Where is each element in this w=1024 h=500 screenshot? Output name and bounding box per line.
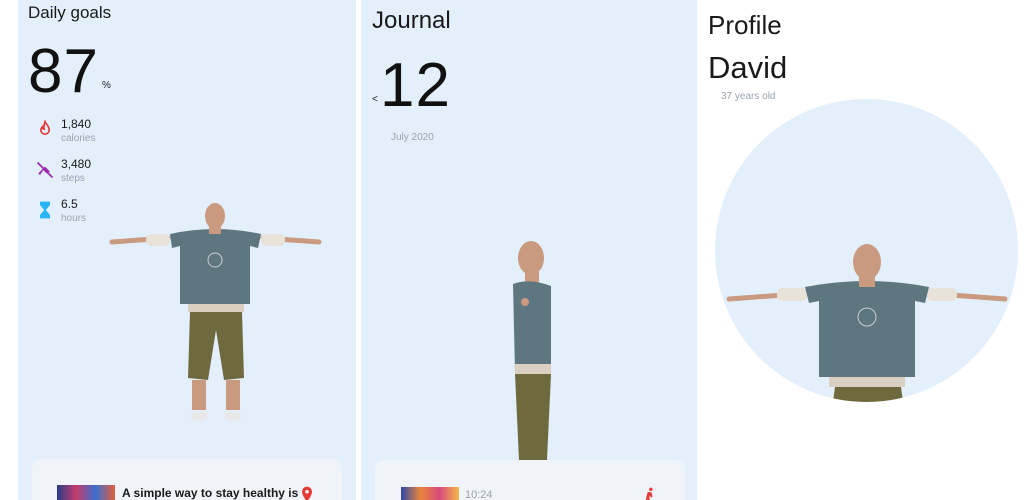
avatar-3d-side[interactable] bbox=[501, 238, 561, 463]
goal-percent: 87 bbox=[28, 37, 99, 106]
flame-icon bbox=[35, 120, 55, 140]
journal-title: Journal bbox=[372, 7, 451, 34]
profile-name: David bbox=[708, 50, 788, 85]
tip-thumbnail bbox=[57, 485, 115, 500]
walking-icon bbox=[640, 486, 660, 500]
tip-card[interactable]: A simple way to stay healthy is bbox=[32, 459, 342, 500]
hourglass-icon bbox=[35, 200, 55, 220]
stat-value-calories: 1,840 bbox=[61, 117, 92, 131]
daily-goals-panel: Daily goals 87 % 1,840 calories 3,480 st… bbox=[18, 0, 356, 500]
profile-avatar-circle[interactable] bbox=[715, 99, 1018, 402]
journal-panel: Journal < 12 July 2020 10:24 bbox=[361, 0, 697, 500]
goal-percent-unit: % bbox=[102, 80, 111, 91]
location-pin-icon[interactable] bbox=[297, 485, 317, 500]
journal-day: 12 bbox=[380, 51, 451, 120]
prev-day-arrow[interactable]: < bbox=[372, 94, 378, 105]
no-walking-icon bbox=[35, 160, 55, 180]
tip-text: A simple way to stay healthy is bbox=[122, 486, 299, 500]
profile-title: Profile bbox=[708, 10, 782, 40]
daily-goals-title: Daily goals bbox=[28, 3, 112, 22]
stat-label-steps: steps bbox=[61, 173, 85, 184]
journal-entry-thumbnail bbox=[401, 487, 459, 500]
avatar-3d-front[interactable] bbox=[108, 200, 323, 430]
journal-entry-card[interactable]: 10:24 bbox=[375, 460, 685, 500]
stat-label-hours: hours bbox=[61, 213, 87, 224]
stat-label-calories: calories bbox=[61, 133, 96, 144]
profile-panel: Profile David 37 years old bbox=[698, 0, 1024, 500]
stat-value-hours: 6.5 bbox=[61, 197, 78, 211]
stat-value-steps: 3,480 bbox=[61, 157, 92, 171]
journal-month: July 2020 bbox=[391, 132, 434, 143]
journal-entry-time: 10:24 bbox=[465, 489, 493, 500]
